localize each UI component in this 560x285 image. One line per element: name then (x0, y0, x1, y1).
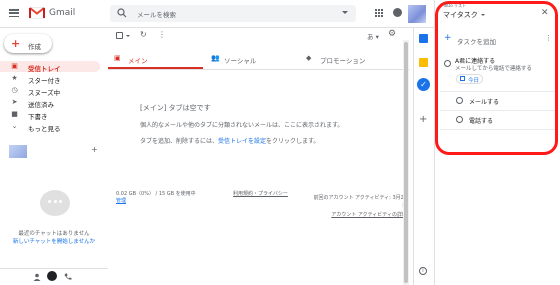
task-date-label: 今日 (468, 78, 480, 84)
more-vert-icon[interactable]: ⋮ (545, 34, 552, 42)
scrollbar-thumb[interactable] (404, 42, 408, 283)
task-complete-checkbox[interactable] (444, 60, 451, 67)
sidebar-item-label: 送信済み (28, 101, 54, 109)
tasks-subtitle: ToDo リスト (443, 3, 467, 8)
refresh-icon[interactable]: ↻ (140, 30, 147, 39)
tab-label: メイン (128, 57, 148, 65)
compose-plus-icon: + (11, 37, 21, 50)
app-name: Gmail (49, 8, 76, 18)
configure-inbox-link[interactable]: 受信トレイを設定 (218, 138, 266, 145)
select-all-checkbox[interactable] (116, 32, 123, 39)
task-title[interactable]: 電話する (469, 116, 493, 125)
hangouts-user-avatar[interactable] (9, 145, 27, 158)
sidebar-item-label: 受信トレイ (28, 65, 61, 73)
highlight-annotation (435, 1, 558, 155)
more-vert-icon[interactable]: ⋮ (158, 30, 166, 39)
search-options-icon[interactable] (342, 11, 348, 14)
empty-state-action: タブを追加、削除するには、受信トレイを設定をクリックします。 (140, 138, 320, 145)
task-note: メールしてから電話で連絡する (455, 66, 532, 72)
tab-primary[interactable] (108, 48, 203, 69)
add-addon-icon[interactable]: + (419, 114, 427, 125)
select-options-icon[interactable] (126, 35, 130, 37)
empty-state-description: 個人的なメールや他のタブに分類されないメールは、ここに表示されます。 (140, 122, 344, 129)
manage-storage-link[interactable]: 管理 (116, 197, 126, 204)
apps-grid-icon[interactable] (375, 9, 383, 17)
account-avatar[interactable] (408, 5, 426, 23)
sidebar-item-label: スヌーズ中 (28, 89, 61, 97)
inbox-icon: ▣ (11, 62, 18, 70)
last-activity-text: 前回のアカウント アクティビティ: 3月28日 (313, 195, 407, 209)
input-tools-button[interactable]: あ ▾ (367, 31, 379, 41)
task-list-selector[interactable]: マイタスク (443, 10, 478, 20)
draft-icon: ■ (11, 110, 18, 118)
chevron-down-icon[interactable] (481, 14, 485, 16)
sidebar-item-label: スター付き (28, 77, 61, 85)
add-task-button[interactable]: タスクを追加 (457, 36, 496, 46)
main-menu-icon[interactable] (9, 9, 19, 17)
inbox-icon: ▣ (114, 54, 121, 62)
task-complete-checkbox[interactable] (456, 97, 463, 104)
tab-label: ソーシャル (224, 57, 257, 65)
clock-icon: ◷ (11, 86, 18, 94)
task-complete-checkbox[interactable] (456, 116, 463, 123)
empty-state-title: [メイン] タブは空です (140, 104, 211, 112)
close-icon[interactable]: ✕ (541, 8, 549, 18)
tasks-icon[interactable]: ✓ (417, 78, 430, 91)
info-icon[interactable]: i (419, 267, 427, 275)
star-icon: ★ (11, 74, 18, 82)
person-icon[interactable] (33, 273, 41, 281)
gmail-logo-icon[interactable] (29, 7, 45, 19)
search-placeholder: メールを検索 (137, 11, 176, 19)
terms-privacy-link[interactable]: 利用規約・プライバシー (233, 190, 288, 197)
sidebar-item-label: 下書き (28, 113, 48, 121)
start-chat-link[interactable]: 新しいチャットを開始しませんか (4, 237, 104, 245)
calendar-icon (460, 76, 465, 81)
activity-details-link[interactable]: アカウント アクティビティの詳細 (311, 211, 407, 218)
task-title[interactable]: メールする (469, 97, 499, 106)
phone-icon[interactable] (64, 273, 72, 281)
tag-icon: ◆ (306, 54, 312, 62)
send-icon: ➤ (11, 98, 18, 106)
search-icon[interactable] (117, 8, 127, 18)
people-icon: 👥 (211, 54, 220, 62)
notification-icon[interactable] (393, 8, 402, 17)
hangouts-icon[interactable] (47, 271, 57, 281)
input-tools-label: あ (367, 33, 374, 41)
sidebar-item-label: もっと見る (28, 125, 61, 133)
add-task-icon[interactable]: + (444, 33, 452, 43)
tab-label: プロモーション (320, 57, 366, 65)
storage-usage: 0.02 GB（0%） / 15 GB を使用中 (116, 191, 196, 197)
add-chat-icon[interactable]: + (91, 145, 98, 154)
compose-label: 作成 (28, 43, 41, 51)
calendar-icon[interactable] (419, 34, 428, 43)
gear-icon[interactable]: ⚙ (388, 29, 396, 39)
chevron-down-icon: ⌄ (11, 122, 18, 130)
keep-icon[interactable] (419, 58, 428, 67)
chat-empty-text: 最近のチャットはありません (18, 231, 90, 237)
